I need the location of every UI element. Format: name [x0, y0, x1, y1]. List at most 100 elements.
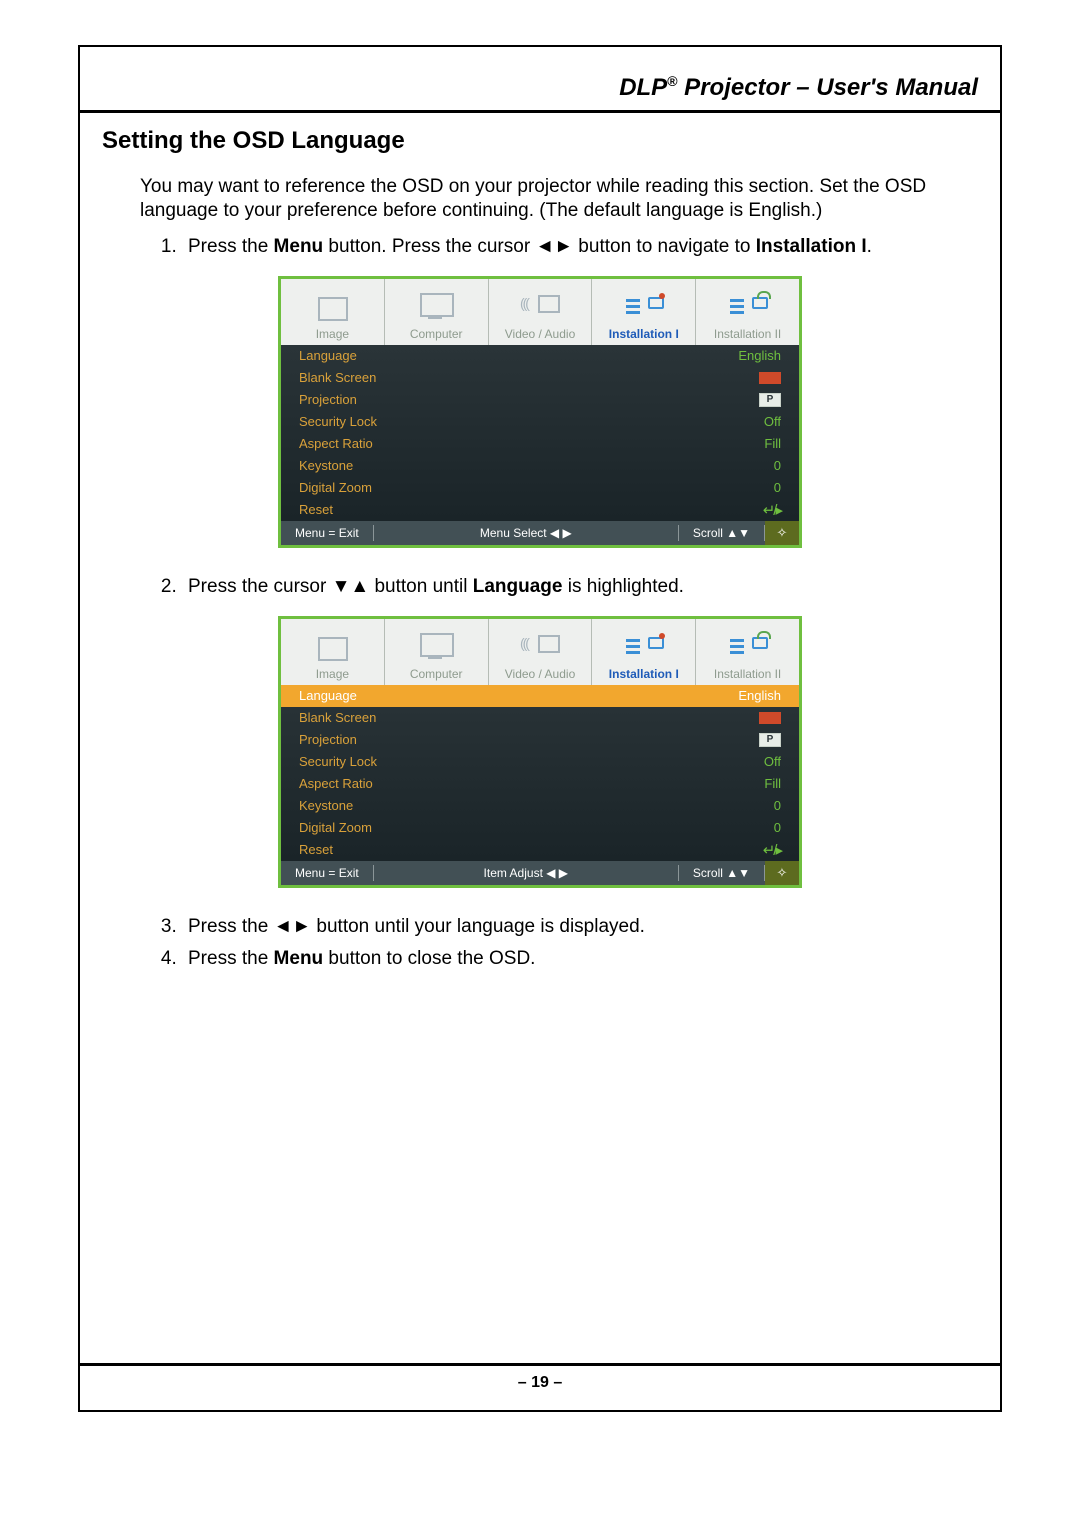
- steps-list-2: Press the cursor ▼▲ button until Languag…: [182, 576, 978, 598]
- row-language-label: Language: [299, 688, 357, 703]
- step-1-installation: Installation I: [756, 236, 867, 257]
- osd-tabs: Image Computer Video / Audio Installatio…: [281, 619, 799, 685]
- footer-exit-label: Menu = Exit: [295, 866, 359, 880]
- step-4: Press the Menu button to close the OSD.: [182, 948, 978, 970]
- footer-itemadjust-label: Item Adjust ◀ ▶: [484, 866, 569, 880]
- row-keystone-value: 0: [774, 458, 781, 473]
- installation1-icon: [624, 291, 664, 321]
- page-content: Setting the OSD Language You may want to…: [80, 113, 1000, 970]
- row-reset[interactable]: Reset ↵/▸: [281, 839, 799, 861]
- step-1-menu: Menu: [274, 236, 324, 257]
- osd-footer: Menu = Exit Item Adjust ◀ ▶ Scroll ▲▼ ✧: [281, 861, 799, 885]
- row-blank-screen[interactable]: Blank Screen: [281, 707, 799, 729]
- row-blank-label: Blank Screen: [299, 370, 376, 385]
- step-1-text-c: .: [867, 236, 872, 257]
- tab-installation-2[interactable]: Installation II: [696, 619, 799, 685]
- tab-computer-label: Computer: [410, 327, 463, 341]
- row-language[interactable]: Language English: [281, 685, 799, 707]
- tab-image[interactable]: Image: [281, 279, 385, 345]
- steps-list: Press the Menu button. Press the cursor …: [182, 236, 978, 258]
- tab-installation-2[interactable]: Installation II: [696, 279, 799, 345]
- row-security-lock[interactable]: Security LockOff: [281, 411, 799, 433]
- row-zoom-label: Digital Zoom: [299, 820, 372, 835]
- installation2-icon: [728, 631, 768, 661]
- footer-itemadjust: Item Adjust ◀ ▶: [374, 861, 678, 885]
- row-security-value: Off: [764, 414, 781, 429]
- tab-va-label: Video / Audio: [505, 327, 576, 341]
- tab-computer[interactable]: Computer: [385, 619, 489, 685]
- tab-video-audio[interactable]: Video / Audio: [489, 619, 593, 685]
- footer-bulb: ✧: [765, 861, 799, 885]
- page-footer: – 19 –: [80, 1363, 1000, 1392]
- osd-tabs: Image Computer Video / Audio Installatio…: [281, 279, 799, 345]
- footer-scroll-label: Scroll ▲▼: [693, 866, 750, 880]
- row-aspect-ratio[interactable]: Aspect RatioFill: [281, 433, 799, 455]
- row-projection[interactable]: Projection P: [281, 389, 799, 411]
- header-title-prefix: DLP: [619, 74, 667, 101]
- registered-mark: ®: [667, 73, 677, 89]
- page-number: – 19 –: [518, 1374, 562, 1391]
- image-icon: [312, 631, 352, 661]
- row-digital-zoom[interactable]: Digital Zoom0: [281, 477, 799, 499]
- footer-scroll: Scroll ▲▼: [679, 521, 764, 545]
- row-aspect-value: Fill: [764, 776, 781, 791]
- tab-inst1-label: Installation I: [609, 667, 679, 681]
- header-title: DLP® Projector – User's Manual: [619, 74, 978, 101]
- row-keystone[interactable]: Keystone 0: [281, 455, 799, 477]
- tab-installation-1[interactable]: Installation I: [592, 619, 696, 685]
- computer-icon: [416, 291, 456, 321]
- tab-image-label: Image: [316, 667, 349, 681]
- row-reset[interactable]: Reset↵/▸: [281, 499, 799, 521]
- tab-computer[interactable]: Computer: [385, 279, 489, 345]
- row-language-value: English: [738, 348, 781, 363]
- projection-icon: P: [759, 393, 781, 407]
- row-aspect-ratio[interactable]: Aspect RatioFill: [281, 773, 799, 795]
- footer-bulb: ✧: [765, 521, 799, 545]
- row-zoom-value: 0: [774, 480, 781, 495]
- osd-footer: Menu = Exit Menu Select ◀ ▶ Scroll ▲▼ ✧: [281, 521, 799, 545]
- step-3: Press the ◄► button until your language …: [182, 916, 978, 938]
- manual-page: DLP® Projector – User's Manual Setting t…: [78, 45, 1002, 1412]
- row-keystone[interactable]: Keystone 0: [281, 795, 799, 817]
- tab-inst2-label: Installation II: [714, 327, 781, 341]
- row-security-lock[interactable]: Security LockOff: [281, 751, 799, 773]
- footer-scroll: Scroll ▲▼: [679, 861, 764, 885]
- row-blank-screen[interactable]: Blank Screen: [281, 367, 799, 389]
- step-2-text-a: Press the cursor ▼▲ button until: [188, 576, 473, 597]
- row-projection[interactable]: ProjectionP: [281, 729, 799, 751]
- osd-panel: Image Computer Video / Audio Installatio…: [278, 616, 802, 888]
- step-2-text-b: is highlighted.: [562, 576, 683, 597]
- row-keystone-label: Keystone: [299, 458, 353, 473]
- osd-rows: LanguageEnglish Blank Screen ProjectionP…: [281, 345, 799, 521]
- row-keystone-value: 0: [774, 798, 781, 813]
- tab-installation-1[interactable]: Installation I: [592, 279, 696, 345]
- enter-icon: ↵/▸: [763, 841, 781, 859]
- row-zoom-value: 0: [774, 820, 781, 835]
- footer-exit: Menu = Exit: [281, 861, 373, 885]
- bulb-icon: ✧: [777, 865, 788, 881]
- tab-image[interactable]: Image: [281, 619, 385, 685]
- footer-exit-label: Menu = Exit: [295, 526, 359, 540]
- tab-video-audio[interactable]: Video / Audio: [489, 279, 593, 345]
- row-language[interactable]: Language English: [281, 345, 799, 367]
- bulb-icon: ✧: [777, 525, 788, 541]
- row-language-label: Language: [299, 348, 357, 363]
- tab-image-label: Image: [316, 327, 349, 341]
- row-language-value: English: [738, 688, 781, 703]
- osd-figure-1: Image Computer Video / Audio Installatio…: [102, 276, 978, 548]
- row-reset-label: Reset: [299, 842, 333, 857]
- footer-scroll-label: Scroll ▲▼: [693, 526, 750, 540]
- row-security-value: Off: [764, 754, 781, 769]
- osd-panel: Image Computer Video / Audio Installatio…: [278, 276, 802, 548]
- step-3-text: Press the ◄► button until your language …: [188, 916, 645, 937]
- step-1: Press the Menu button. Press the cursor …: [182, 236, 978, 258]
- section-heading: Setting the OSD Language: [102, 127, 978, 155]
- footer-menuselect: Menu Select ◀ ▶: [374, 521, 678, 545]
- row-keystone-label: Keystone: [299, 798, 353, 813]
- row-projection-label: Projection: [299, 732, 357, 747]
- installation2-icon: [728, 291, 768, 321]
- row-projection-label: Projection: [299, 392, 357, 407]
- step-2: Press the cursor ▼▲ button until Languag…: [182, 576, 978, 598]
- step-4-menu: Menu: [274, 948, 324, 969]
- row-digital-zoom[interactable]: Digital Zoom 0: [281, 817, 799, 839]
